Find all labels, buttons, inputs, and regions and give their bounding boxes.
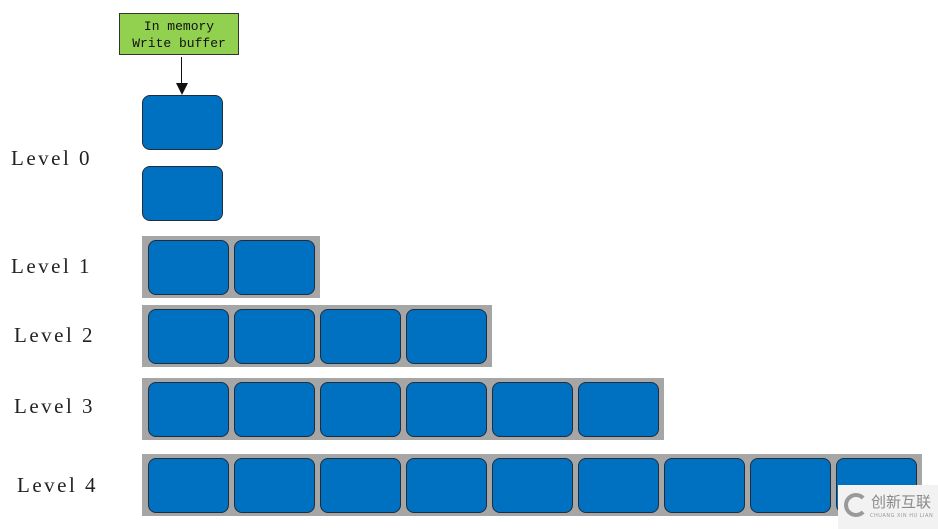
flush-arrow [181, 57, 182, 85]
write-buffer-box: In memory Write buffer [119, 13, 239, 55]
sstable-level-4 [148, 458, 229, 513]
level-3-label: Level 3 [14, 394, 96, 418]
watermark-cn: 创新互联 [871, 493, 932, 511]
sstable-level-4 [750, 458, 831, 513]
sstable-level-2 [148, 309, 229, 364]
sstable-level-3 [234, 382, 315, 437]
sstable-level-2 [320, 309, 401, 364]
sstable-level-0 [142, 166, 223, 221]
buffer-line2: Write buffer [132, 36, 226, 51]
sstable-level-4 [234, 458, 315, 513]
level-4-label: Level 4 [17, 473, 99, 497]
sstable-level-3 [148, 382, 229, 437]
sstable-level-2 [234, 309, 315, 364]
lsm-tree-diagram: In memory Write buffer Level 0 Level 1 L… [0, 0, 938, 529]
level-0-label: Level 0 [11, 146, 93, 170]
arrow-head-icon [176, 83, 188, 95]
watermark-en: CHUANG XIN HU LIAN [870, 513, 934, 519]
sstable-level-3 [578, 382, 659, 437]
sstable-level-4 [492, 458, 573, 513]
level-2-label: Level 2 [14, 323, 96, 347]
sstable-level-2 [406, 309, 487, 364]
sstable-level-4 [406, 458, 487, 513]
sstable-level-1 [234, 240, 315, 295]
sstable-level-4 [664, 458, 745, 513]
watermark-logo: 创新互联 CHUANG XIN HU LIAN [838, 485, 938, 529]
sstable-level-4 [578, 458, 659, 513]
buffer-line1: In memory [143, 19, 215, 34]
sstable-level-3 [406, 382, 487, 437]
watermark-icon [844, 493, 868, 517]
sstable-level-1 [148, 240, 229, 295]
sstable-level-3 [320, 382, 401, 437]
level-1-label: Level 1 [11, 254, 93, 278]
sstable-level-0 [142, 95, 223, 150]
sstable-level-4 [320, 458, 401, 513]
sstable-level-3 [492, 382, 573, 437]
